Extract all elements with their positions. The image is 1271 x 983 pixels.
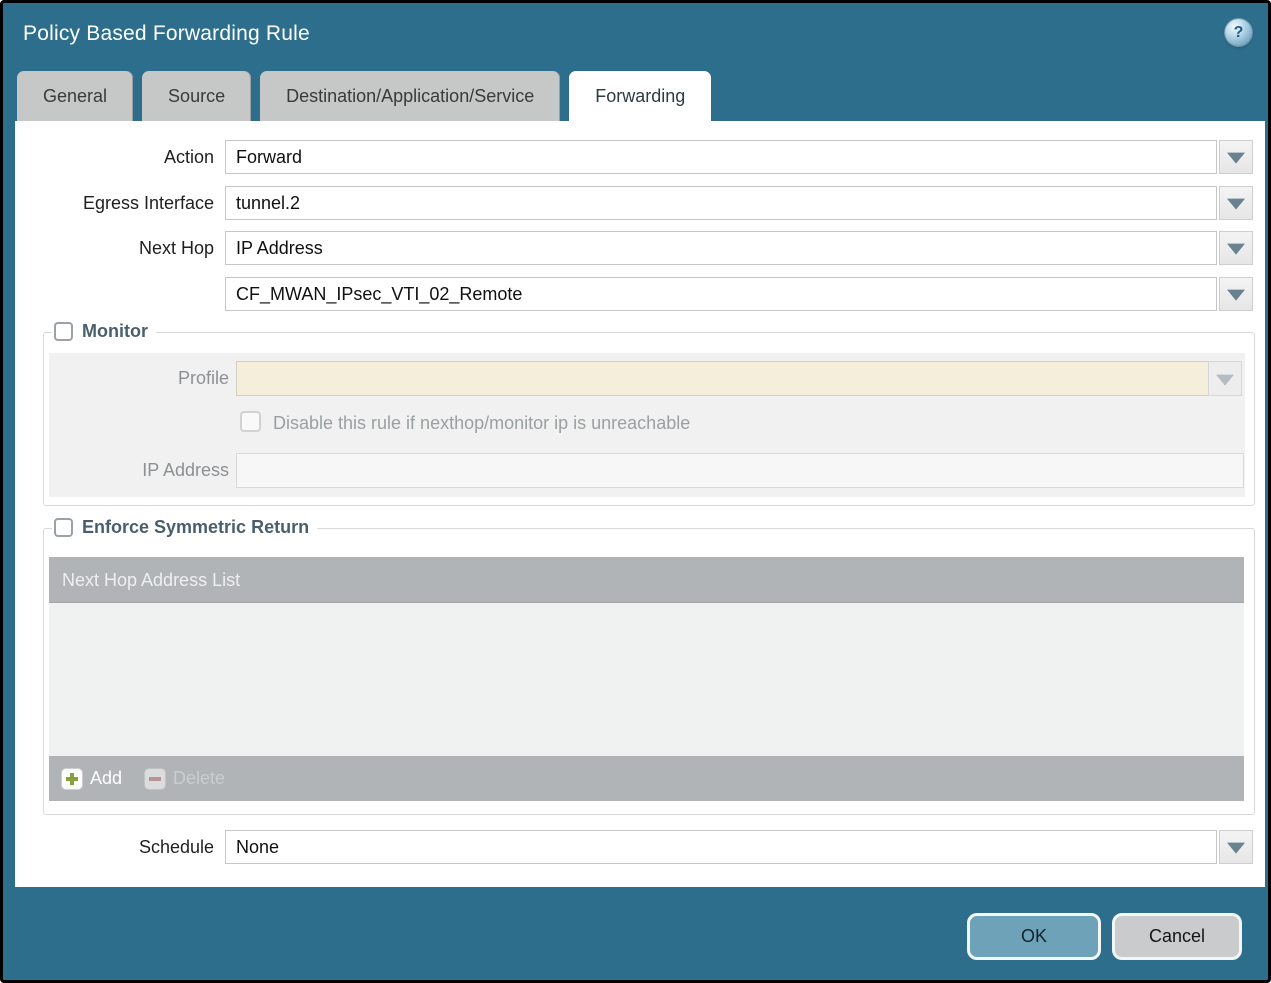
monitor-ip-address-input bbox=[236, 453, 1244, 488]
monitor-legend: Monitor bbox=[52, 321, 156, 342]
add-button-label: Add bbox=[90, 768, 122, 789]
chevron-down-icon bbox=[1227, 153, 1245, 164]
tab-general[interactable]: General bbox=[17, 71, 133, 121]
tab-forwarding[interactable]: Forwarding bbox=[569, 71, 711, 121]
chevron-down-icon bbox=[1227, 244, 1245, 255]
action-label: Action bbox=[15, 140, 214, 174]
delete-button-label: Delete bbox=[173, 768, 225, 789]
egress-interface-input[interactable] bbox=[225, 186, 1217, 220]
next-hop-address-input[interactable] bbox=[225, 277, 1217, 311]
profile-label: Profile bbox=[49, 361, 229, 396]
symmetric-return-section: Enforce Symmetric Return Next Hop Addres… bbox=[43, 528, 1255, 815]
monitor-content: Profile Disable this rule if nexthop/mon… bbox=[49, 353, 1245, 497]
symmetric-return-section-label: Enforce Symmetric Return bbox=[82, 517, 309, 538]
monitor-checkbox[interactable] bbox=[54, 322, 73, 341]
action-input[interactable] bbox=[225, 140, 1217, 174]
title-bar: Policy Based Forwarding Rule ? bbox=[3, 3, 1268, 67]
monitor-section-label: Monitor bbox=[82, 321, 148, 342]
chevron-down-icon bbox=[1227, 843, 1245, 854]
monitor-ip-address-label: IP Address bbox=[49, 453, 229, 488]
help-icon[interactable]: ? bbox=[1225, 19, 1252, 46]
ok-button[interactable]: OK bbox=[967, 913, 1101, 960]
dialog-title: Policy Based Forwarding Rule bbox=[23, 22, 310, 46]
schedule-label: Schedule bbox=[15, 830, 214, 864]
schedule-input[interactable] bbox=[225, 830, 1217, 864]
symmetric-return-checkbox[interactable] bbox=[54, 518, 73, 537]
disable-rule-label: Disable this rule if nexthop/monitor ip … bbox=[273, 413, 690, 434]
egress-interface-label: Egress Interface bbox=[15, 186, 214, 220]
monitor-section: Monitor Profile Disable this rule if nex… bbox=[43, 332, 1255, 506]
policy-forwarding-dialog: Policy Based Forwarding Rule ? General S… bbox=[0, 0, 1271, 983]
egress-interface-dropdown-button[interactable] bbox=[1219, 186, 1253, 220]
action-dropdown-button[interactable] bbox=[1219, 140, 1253, 174]
next-hop-address-list-body[interactable] bbox=[49, 603, 1244, 756]
next-hop-address-list-header: Next Hop Address List bbox=[49, 557, 1244, 603]
next-hop-type-dropdown-button[interactable] bbox=[1219, 231, 1253, 265]
next-hop-label: Next Hop bbox=[15, 231, 214, 265]
minus-icon bbox=[144, 768, 166, 790]
table-footer-toolbar: Add Delete bbox=[49, 756, 1244, 801]
chevron-down-icon bbox=[1227, 290, 1245, 301]
delete-button: Delete bbox=[144, 768, 225, 790]
profile-input bbox=[236, 361, 1209, 396]
cancel-button[interactable]: Cancel bbox=[1112, 913, 1242, 960]
tab-strip: General Source Destination/Application/S… bbox=[17, 71, 711, 121]
disable-rule-checkbox bbox=[240, 411, 261, 432]
next-hop-address-table: Next Hop Address List Add Delete bbox=[49, 557, 1244, 801]
add-button[interactable]: Add bbox=[61, 768, 122, 790]
next-hop-type-input[interactable] bbox=[225, 231, 1217, 265]
schedule-dropdown-button[interactable] bbox=[1219, 830, 1253, 864]
plus-icon bbox=[61, 768, 83, 790]
next-hop-address-dropdown-button[interactable] bbox=[1219, 277, 1253, 311]
forwarding-panel: Action Egress Interface Next Hop Monitor bbox=[15, 121, 1265, 887]
chevron-down-icon bbox=[1227, 199, 1245, 210]
tab-source[interactable]: Source bbox=[142, 71, 251, 121]
tab-destination-application-service[interactable]: Destination/Application/Service bbox=[260, 71, 560, 121]
chevron-down-icon bbox=[1216, 374, 1234, 385]
profile-dropdown-button bbox=[1208, 361, 1242, 396]
symmetric-return-legend: Enforce Symmetric Return bbox=[52, 517, 317, 538]
